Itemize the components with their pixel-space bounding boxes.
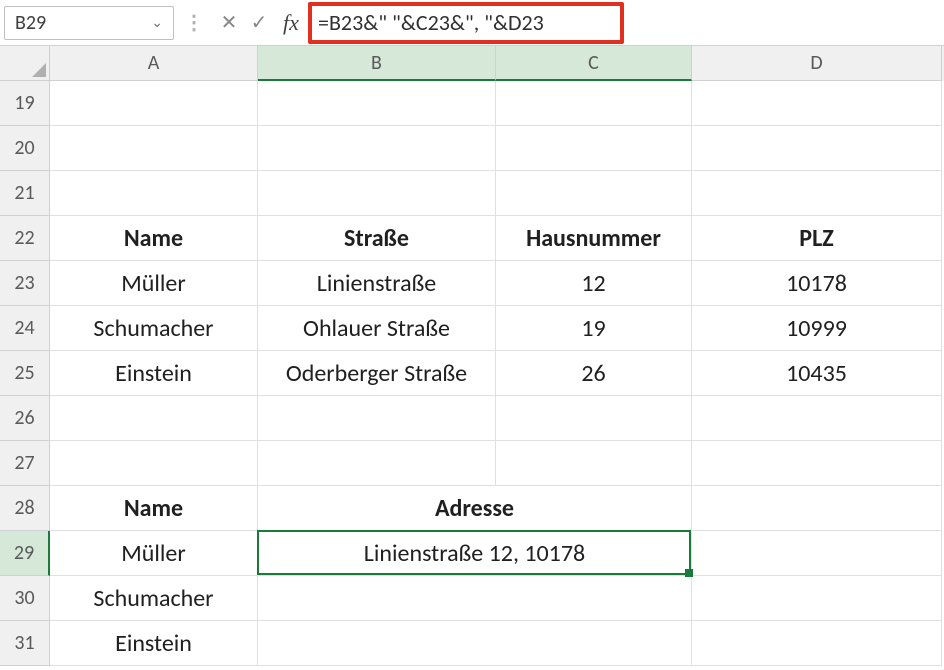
row-19: 19 [0, 81, 944, 126]
cell[interactable] [692, 126, 942, 171]
cell-hausnummer-header[interactable]: Hausnummer [496, 216, 692, 261]
row-22: 22 Name Straße Hausnummer PLZ [0, 216, 944, 261]
row-28: 28 Name Adresse [0, 486, 944, 531]
row-26: 26 [0, 396, 944, 441]
cell[interactable] [692, 531, 942, 576]
col-header-c[interactable]: C [496, 46, 692, 81]
cell[interactable]: Einstein [50, 351, 258, 396]
cell[interactable] [50, 171, 258, 216]
row-header[interactable]: 25 [0, 351, 50, 396]
cell[interactable]: Schumacher [50, 576, 258, 621]
name-box[interactable]: B29 ⌄ [4, 6, 174, 40]
cell[interactable] [50, 126, 258, 171]
row-header[interactable]: 22 [0, 216, 50, 261]
formula-bar: B29 ⌄ ⋮ ✕ ✓ fx =B23&" "&C23&", "&D23 [0, 0, 944, 46]
cell[interactable]: Oderberger Straße [258, 351, 496, 396]
row-31: 31 Einstein [0, 621, 944, 666]
cell[interactable] [692, 171, 942, 216]
cell-name-header2[interactable]: Name [50, 486, 258, 531]
cell[interactable] [692, 81, 942, 126]
fx-icon: fx [283, 10, 299, 36]
check-icon: ✓ [251, 10, 268, 35]
cell[interactable]: 19 [496, 306, 692, 351]
cell[interactable]: Linienstraße [258, 261, 496, 306]
cell[interactable] [258, 126, 496, 171]
cell-plz-header[interactable]: PLZ [692, 216, 942, 261]
cell[interactable]: 26 [496, 351, 692, 396]
col-header-b[interactable]: B [258, 46, 496, 81]
row-30: 30 Schumacher [0, 576, 944, 621]
cell[interactable] [258, 81, 496, 126]
cell[interactable] [258, 441, 496, 486]
cell[interactable] [258, 576, 692, 621]
formula-text: =B23&" "&C23&", "&D23 [314, 9, 544, 36]
row-header[interactable]: 24 [0, 306, 50, 351]
select-all-corner[interactable] [0, 46, 50, 81]
cell[interactable] [496, 81, 692, 126]
cell-value: Linienstraße 12, 10178 [364, 539, 585, 568]
cell[interactable]: 10999 [692, 306, 942, 351]
name-box-value: B29 [15, 11, 46, 35]
col-header-d[interactable]: D [692, 46, 942, 81]
cell[interactable]: 10178 [692, 261, 942, 306]
cell[interactable] [692, 576, 942, 621]
col-header-a[interactable]: A [50, 46, 258, 81]
row-27: 27 [0, 441, 944, 486]
cell[interactable]: 10435 [692, 351, 942, 396]
row-29: 29 Müller Linienstraße 12, 10178 [0, 531, 944, 576]
row-23: 23 Müller Linienstraße 12 10178 [0, 261, 944, 306]
cell[interactable] [258, 621, 692, 666]
cell[interactable] [50, 396, 258, 441]
row-header[interactable]: 19 [0, 81, 50, 126]
chevron-down-icon[interactable]: ⌄ [151, 14, 163, 31]
row-header[interactable]: 29 [0, 531, 50, 576]
cell[interactable] [496, 126, 692, 171]
fx-button[interactable]: fx [274, 10, 308, 36]
cell[interactable] [692, 396, 942, 441]
separator-icon: ⋮ [174, 10, 214, 35]
cancel-formula-button[interactable]: ✕ [214, 6, 244, 40]
cell[interactable]: Einstein [50, 621, 258, 666]
row-25: 25 Einstein Oderberger Straße 26 10435 [0, 351, 944, 396]
cell-active[interactable]: Linienstraße 12, 10178 [258, 531, 692, 576]
row-21: 21 [0, 171, 944, 216]
cell-name-header[interactable]: Name [50, 216, 258, 261]
row-24: 24 Schumacher Ohlauer Straße 19 10999 [0, 306, 944, 351]
cell[interactable] [258, 396, 496, 441]
row-header[interactable]: 20 [0, 126, 50, 171]
row-header[interactable]: 28 [0, 486, 50, 531]
cell[interactable] [496, 441, 692, 486]
cell[interactable]: 12 [496, 261, 692, 306]
cell[interactable]: Ohlauer Straße [258, 306, 496, 351]
confirm-formula-button[interactable]: ✓ [244, 6, 274, 40]
cell[interactable]: Müller [50, 261, 258, 306]
cell[interactable]: Schumacher [50, 306, 258, 351]
formula-input[interactable]: =B23&" "&C23&", "&D23 [308, 5, 940, 41]
row-header[interactable]: 27 [0, 441, 50, 486]
row-header[interactable]: 30 [0, 576, 50, 621]
spreadsheet-grid: A B C D 19 20 21 22 Name Straße Hausnumm… [0, 46, 944, 666]
row-header[interactable]: 21 [0, 171, 50, 216]
cell[interactable] [258, 171, 496, 216]
cell[interactable] [692, 441, 942, 486]
row-header[interactable]: 31 [0, 621, 50, 666]
column-headers: A B C D [0, 46, 944, 81]
cell[interactable] [50, 441, 258, 486]
x-icon: ✕ [221, 10, 238, 35]
cell[interactable] [50, 81, 258, 126]
cell[interactable] [496, 396, 692, 441]
cell[interactable] [692, 486, 942, 531]
cell-adresse-header[interactable]: Adresse [258, 486, 692, 531]
row-header[interactable]: 23 [0, 261, 50, 306]
cell[interactable] [496, 171, 692, 216]
cell[interactable] [692, 621, 942, 666]
cell-strasse-header[interactable]: Straße [258, 216, 496, 261]
cell[interactable]: Müller [50, 531, 258, 576]
row-20: 20 [0, 126, 944, 171]
row-header[interactable]: 26 [0, 396, 50, 441]
